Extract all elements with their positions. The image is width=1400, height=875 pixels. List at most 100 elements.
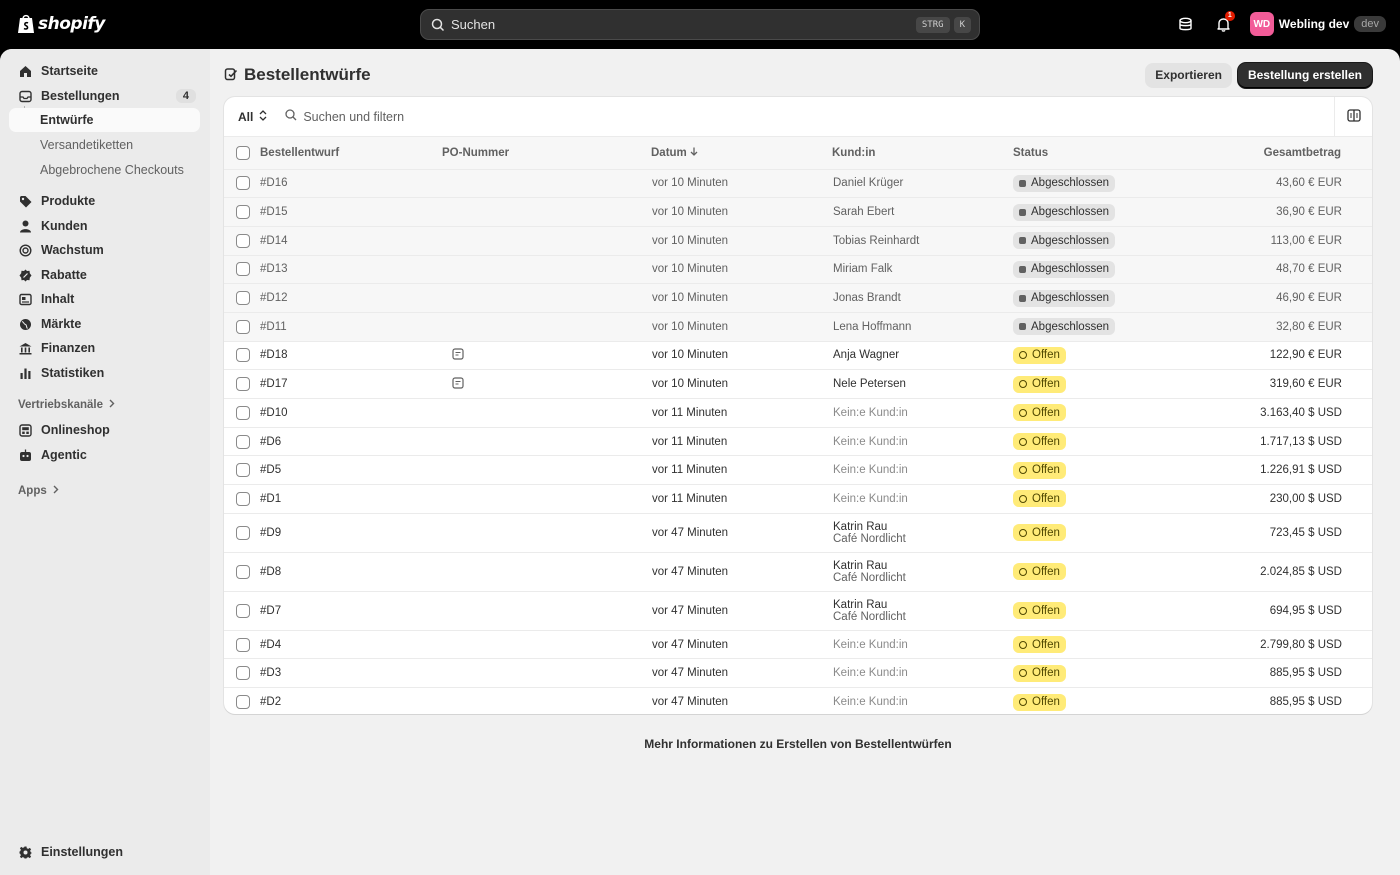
row-select-cell[interactable] [224,254,260,284]
draft-id[interactable]: #D6 [260,426,442,456]
row-select-cell[interactable] [224,369,260,399]
table-row[interactable]: #D12 vor 10 Minuten Jonas Brandt Abgeschlos… [224,283,1372,313]
notifications-button[interactable]: 1 [1212,11,1236,36]
sidebar-item-discounts[interactable]: Rabatte [9,263,200,287]
sidebar-item-abandoned-checkouts[interactable]: Abgebrochene Checkouts [9,158,200,182]
sidebar-item-content[interactable]: Inhalt [9,287,200,311]
row-select-cell[interactable] [224,658,260,688]
help-link[interactable]: Mehr Informationen zu Erstellen von Best… [224,737,1372,751]
table-row[interactable]: #D16 vor 10 Minuten Daniel Krüger Abgeschlo… [224,168,1372,198]
table-row[interactable]: #D5 vor 11 Minuten Kein:e Kund:in Offen 1.22… [224,455,1372,485]
row-select-cell[interactable] [224,197,260,227]
sidebar-item-settings[interactable]: Einstellungen [9,840,200,864]
row-checkbox[interactable] [236,205,250,220]
table-row[interactable]: #D17 vor 10 Minuten Nele Petersen Offen 319,… [224,369,1372,399]
row-checkbox[interactable] [236,637,250,652]
row-select-cell[interactable] [224,551,260,592]
draft-id[interactable]: #D16 [260,168,442,198]
row-checkbox[interactable] [236,377,250,392]
table-row[interactable]: #D3 vor 47 Minuten Kein:e Kund:in Offen 885,… [224,658,1372,688]
row-checkbox[interactable] [236,491,250,506]
select-all-cell[interactable] [224,137,260,169]
view-selector[interactable]: All [238,110,267,124]
row-select-cell[interactable] [224,512,260,553]
draft-id[interactable]: #D7 [260,590,442,631]
draft-id[interactable]: #D11 [260,311,442,342]
row-checkbox[interactable] [236,319,250,334]
sidebar-section-apps[interactable]: Apps [18,485,59,497]
row-select-cell[interactable] [224,168,260,198]
draft-id[interactable]: #D13 [260,254,442,284]
sidebar-section-sales-channels[interactable]: Vertriebskanäle [18,399,115,411]
sidebar-item-orders[interactable]: Bestellungen 4 [9,84,200,108]
row-checkbox[interactable] [236,564,250,579]
row-select-cell[interactable] [224,283,260,313]
table-row[interactable]: #D15 vor 10 Minuten Sarah Ebert Abgeschloss… [224,197,1372,227]
draft-id[interactable]: #D15 [260,197,442,227]
database-button[interactable] [1174,12,1198,36]
columns-button[interactable] [1334,97,1372,137]
col-date[interactable]: Datum [651,137,832,169]
table-row[interactable]: #D18 vor 10 Minuten Anja Wagner Offen 122,90… [224,340,1372,370]
draft-id[interactable]: #D3 [260,658,442,688]
draft-id[interactable]: #D17 [260,369,442,399]
draft-id[interactable]: #D9 [260,512,442,553]
sidebar-item-products[interactable]: Produkte [9,189,200,213]
select-all-checkbox[interactable] [236,145,250,160]
row-checkbox[interactable] [236,666,250,681]
sidebar-item-drafts[interactable]: Entwürfe [9,108,200,132]
draft-id[interactable]: #D10 [260,398,442,428]
sidebar-item-shipping-labels[interactable]: Versandetiketten [9,133,200,157]
row-select-cell[interactable] [224,629,260,659]
row-checkbox[interactable] [236,291,250,306]
table-row[interactable]: #D13 vor 10 Minuten Miriam Falk Abgeschloss… [224,254,1372,284]
row-checkbox[interactable] [236,434,250,449]
row-select-cell[interactable] [224,398,260,428]
row-select-cell[interactable] [224,426,260,456]
row-checkbox[interactable] [236,348,250,363]
row-checkbox[interactable] [236,603,250,618]
row-checkbox[interactable] [236,233,250,248]
row-checkbox[interactable] [236,405,250,420]
row-checkbox[interactable] [236,176,250,191]
row-select-cell[interactable] [224,484,260,514]
avatar[interactable]: WD [1249,12,1274,36]
draft-id[interactable]: #D4 [260,629,442,659]
draft-id[interactable]: #D18 [260,340,442,370]
create-order-button[interactable]: Bestellung erstellen [1237,62,1372,88]
export-button[interactable]: Exportieren [1145,62,1232,88]
store-name[interactable]: Webling dev [1279,17,1349,31]
table-row[interactable]: #D7 vor 47 Minuten Katrin Rau Café Nordlich… [224,590,1372,631]
draft-id[interactable]: #D8 [260,551,442,592]
draft-id[interactable]: #D1 [260,484,442,514]
row-select-cell[interactable] [224,455,260,485]
table-row[interactable]: #D1 vor 11 Minuten Kein:e Kund:in Offen 230,… [224,484,1372,514]
draft-id[interactable]: #D5 [260,455,442,485]
sidebar-item-finance[interactable]: Finanzen [9,336,200,360]
table-row[interactable]: #D11 vor 10 Minuten Lena Hoffmann Abgeschlo… [224,311,1372,342]
draft-id[interactable]: #D12 [260,283,442,313]
sidebar-item-online-store[interactable]: Onlineshop [9,418,200,442]
draft-id[interactable]: #D2 [260,687,442,714]
row-select-cell[interactable] [224,311,260,342]
global-search[interactable]: Suchen STRG K [420,9,980,40]
table-row[interactable]: #D14 vor 10 Minuten Tobias Reinhardt Abgesc… [224,225,1372,256]
table-row[interactable]: #D6 vor 11 Minuten Kein:e Kund:in Offen 1.71… [224,426,1372,456]
filter-search[interactable]: Suchen und filtern [285,109,404,124]
table-row[interactable]: #D10 vor 11 Minuten Kein:e Kund:in Offen 3.1… [224,398,1372,428]
row-select-cell[interactable] [224,225,260,256]
sidebar-item-home[interactable]: Startseite [9,59,200,83]
sidebar-item-growth[interactable]: Wachstum [9,238,200,262]
sidebar-item-customers[interactable]: Kunden [9,214,200,238]
shopify-logo[interactable]: shopify [17,13,105,34]
row-checkbox[interactable] [236,463,250,478]
row-select-cell[interactable] [224,590,260,631]
row-checkbox[interactable] [236,695,250,710]
table-row[interactable]: #D8 vor 47 Minuten Katrin Rau Café Nordlich… [224,551,1372,592]
sidebar-item-markets[interactable]: Märkte [9,312,200,336]
table-row[interactable]: #D9 vor 47 Minuten Katrin Rau Café Nordlich… [224,512,1372,553]
sidebar-item-analytics[interactable]: Statistiken [9,361,200,385]
row-select-cell[interactable] [224,687,260,714]
row-select-cell[interactable] [224,340,260,370]
table-row[interactable]: #D4 vor 47 Minuten Kein:e Kund:in Offen 2.79… [224,629,1372,659]
